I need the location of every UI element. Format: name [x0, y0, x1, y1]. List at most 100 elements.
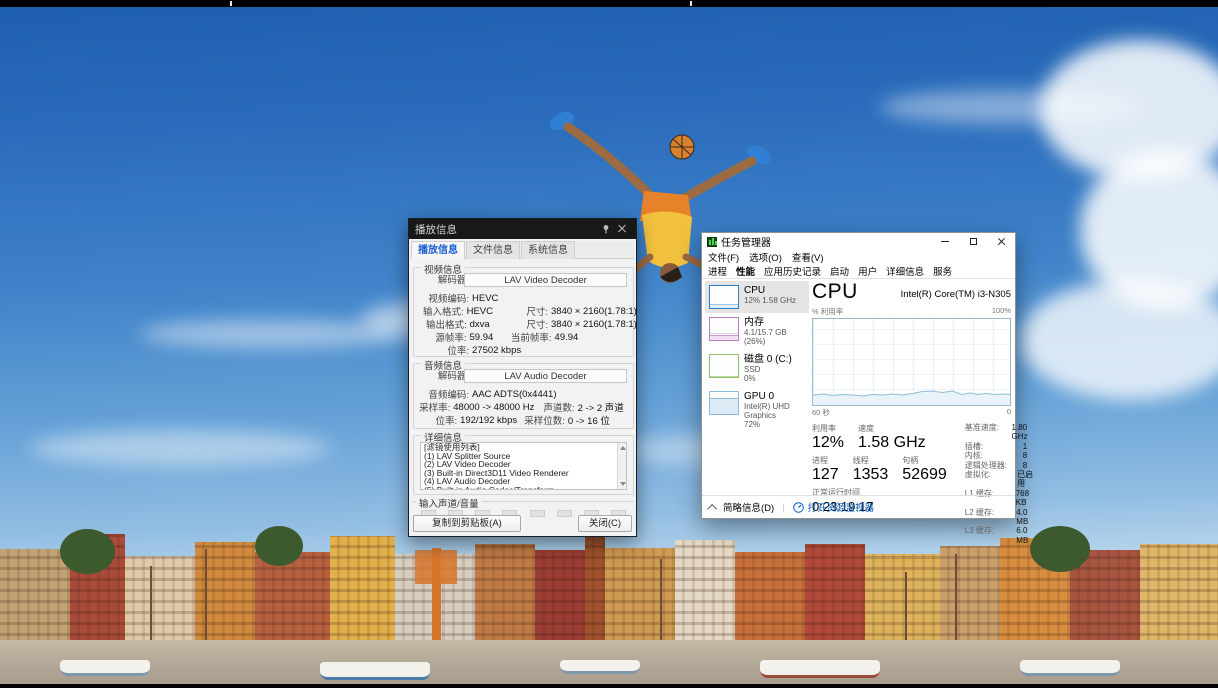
resource-monitor-label: 打开资源监视器: [808, 500, 875, 514]
cpu-stats-left: 利用率 12% 速度 1.58 GHz 进程 127: [812, 423, 947, 545]
close-icon[interactable]: [987, 233, 1015, 250]
details-group: 详细信息 [滤镜使用列表] (1) LAV Splitter Source (2…: [413, 435, 634, 495]
task-manager-title: 任务管理器: [721, 234, 931, 249]
utilization-label: 利用率: [812, 423, 844, 434]
building: [535, 550, 585, 644]
close-button[interactable]: 关闭(C): [578, 515, 632, 532]
l1-cache-value: 768 KB: [1016, 489, 1039, 508]
cpu-model-name: Intel(R) Core(TM) i3-N305: [901, 289, 1011, 303]
virtualization-value: 已启用: [1017, 470, 1039, 489]
channels-value: 2 -> 2 声道: [578, 400, 629, 414]
minimize-icon[interactable]: [931, 233, 959, 250]
tree: [60, 529, 115, 574]
cores-label: 内核:: [965, 451, 1023, 460]
scroll-down-icon[interactable]: [620, 482, 626, 486]
boat: [760, 660, 880, 678]
video-decoder-field[interactable]: LAV Video Decoder: [464, 273, 627, 287]
top-letterbox-bar: [0, 0, 1218, 7]
menu-file[interactable]: 文件(F): [708, 250, 739, 264]
boat: [60, 660, 150, 676]
output-format-label: 输出格式:: [414, 317, 470, 331]
l3-cache-label: L3 缓存:: [965, 526, 1017, 545]
memory-thumbnail-graph: [709, 317, 739, 341]
tab-performance[interactable]: 性能: [736, 264, 755, 278]
dialog-title: 播放信息: [415, 222, 598, 237]
tab-processes[interactable]: 进程: [708, 264, 727, 278]
gpu-thumbnail-graph: [709, 391, 739, 415]
maximize-icon[interactable]: [959, 233, 987, 250]
sidebar-disk-detail1: SSD: [744, 365, 792, 374]
current-fps-value: 49.94: [555, 332, 629, 343]
menu-bar: 文件(F) 选项(O) 查看(V): [702, 250, 1015, 264]
sockets-value: 1: [1023, 442, 1027, 451]
cores-value: 8: [1023, 451, 1027, 460]
tab-services[interactable]: 服务: [933, 264, 952, 278]
video-codec-value: HEVC: [472, 293, 498, 304]
task-manager-titlebar[interactable]: 任务管理器: [702, 233, 1015, 250]
size-value: 3840 × 2160(1.78:1): [551, 319, 629, 330]
x-axis-right-label: 0: [1007, 407, 1011, 418]
building: [675, 540, 735, 644]
building: [255, 552, 330, 644]
handles-label: 句柄: [902, 455, 947, 466]
performance-sidebar: CPU 12% 1.58 GHz 内存 4.1/15.7 GB (26%) 磁盘…: [705, 281, 809, 493]
scroll-up-icon[interactable]: [620, 446, 626, 450]
threads-label: 线程: [853, 455, 889, 466]
playback-info-titlebar[interactable]: 播放信息: [409, 219, 636, 239]
y-axis-max: 100%: [992, 306, 1011, 317]
cpu-stats-right: 基准速度:1.80 GHz 插槽:1 内核:8 逻辑处理器:8 虚拟化:已启用 …: [965, 423, 1039, 545]
tab-system-info[interactable]: 系统信息: [521, 241, 575, 259]
fewer-details-toggle[interactable]: 简略信息(D): [710, 500, 774, 514]
desktop-wallpaper: 播放信息 播放信息 文件信息 系统信息 视频信息 解码器: LAV Video …: [0, 0, 1218, 688]
speed-label: 速度: [858, 423, 926, 434]
boat-mast: [660, 559, 662, 644]
sidebar-disk-name: 磁盘 0 (C:): [744, 354, 792, 365]
scrollbar[interactable]: [617, 443, 626, 489]
channels-label: 声道数:: [534, 400, 577, 414]
open-resource-monitor-link[interactable]: 打开资源监视器: [793, 500, 875, 514]
tab-details[interactable]: 详细信息: [886, 264, 924, 278]
video-info-group: 视频信息 解码器: LAV Video Decoder 视频编码: HEVC 输…: [413, 267, 634, 357]
boat-mast: [955, 554, 957, 644]
size-value: 3840 × 2160(1.78:1): [551, 306, 629, 317]
copy-to-clipboard-button[interactable]: 复制到剪贴板(A): [413, 515, 521, 532]
menu-options[interactable]: 选项(O): [749, 250, 782, 264]
menu-view[interactable]: 查看(V): [792, 250, 824, 264]
sidebar-item-disk[interactable]: 磁盘 0 (C:) SSD 0%: [705, 350, 809, 387]
source-fps-value: 59.94: [470, 332, 494, 343]
video-bitrate-value: 27502 kbps: [472, 345, 521, 356]
tab-bar: 进程 性能 应用历史记录 启动 用户 详细信息 服务: [702, 264, 1015, 279]
tab-playback-info[interactable]: 播放信息: [411, 241, 465, 259]
y-axis-label: % 利用率: [812, 306, 843, 317]
utilization-value: 12%: [812, 434, 844, 451]
sidebar-item-gpu[interactable]: GPU 0 Intel(R) UHD Graphics 72%: [705, 387, 809, 433]
sidebar-gpu-detail2: 72%: [744, 420, 807, 429]
size-label: 尺寸:: [490, 317, 551, 331]
sidebar-item-memory[interactable]: 内存 4.1/15.7 GB (26%): [705, 313, 809, 350]
sidebar-item-cpu[interactable]: CPU 12% 1.58 GHz: [705, 281, 809, 313]
close-icon[interactable]: [614, 222, 630, 236]
tab-users[interactable]: 用户: [858, 264, 877, 278]
fewer-details-label: 简略信息(D): [723, 500, 774, 514]
task-manager-window: 任务管理器 文件(F) 选项(O) 查看(V) 进程 性能 应用历史记录 启动 …: [701, 232, 1016, 519]
bottom-letterbox-bar: [0, 684, 1218, 688]
filter-list[interactable]: [滤镜使用列表] (1) LAV Splitter Source (2) LAV…: [420, 442, 627, 490]
building: [735, 552, 805, 644]
tab-startup[interactable]: 启动: [830, 264, 849, 278]
audio-codec-label: 音频编码:: [414, 387, 472, 401]
volume-meter: [557, 510, 572, 517]
logical-processors-value: 8: [1023, 461, 1027, 470]
cloud: [30, 430, 330, 466]
sockets-label: 插槽:: [965, 442, 1023, 451]
pin-icon[interactable]: [598, 222, 614, 236]
tab-file-info[interactable]: 文件信息: [466, 241, 520, 259]
sidebar-cpu-detail: 12% 1.58 GHz: [744, 296, 796, 305]
playback-info-dialog: 播放信息 播放信息 文件信息 系统信息 视频信息 解码器: LAV Video …: [408, 218, 637, 537]
l2-cache-value: 4.0 MB: [1016, 508, 1039, 527]
tab-app-history[interactable]: 应用历史记录: [764, 264, 821, 278]
sidebar-disk-detail2: 0%: [744, 374, 792, 383]
audio-decoder-field[interactable]: LAV Audio Decoder: [464, 369, 627, 383]
building: [605, 548, 675, 644]
resource-monitor-icon: [793, 502, 804, 513]
base-speed-label: 基准速度:: [965, 423, 1012, 442]
